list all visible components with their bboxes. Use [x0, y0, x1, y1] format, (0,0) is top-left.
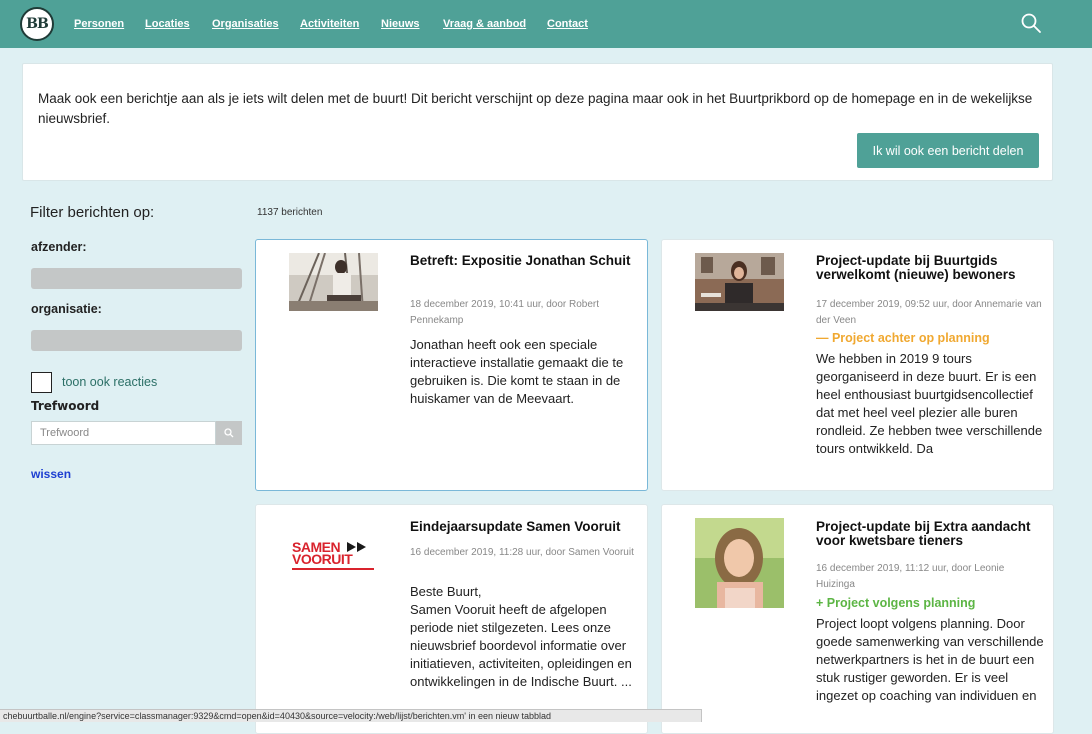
post-excerpt: Jonathan heeft ook een speciale interact…	[410, 337, 624, 406]
intro-panel: Maak ook een berichtje aan als je iets w…	[22, 63, 1053, 181]
post-card[interactable]: Project-update bij Extra aandacht voor k…	[661, 504, 1054, 734]
keyword-input[interactable]	[31, 421, 216, 445]
post-count: 1137 berichten	[257, 207, 323, 218]
post-excerpt: Project loopt volgens planning. Door goe…	[816, 616, 1044, 703]
filter-title: Filter berichten op:	[30, 204, 155, 221]
show-reactions-label[interactable]: toon ook reacties	[62, 375, 157, 389]
post-thumbnail	[695, 253, 784, 311]
post-excerpt: We hebben in 2019 9 tours georganiseerd …	[816, 351, 1043, 456]
site-logo[interactable]: BB	[20, 7, 54, 41]
post-title[interactable]: Project-update bij Extra aandacht voor k…	[816, 520, 1046, 548]
post-card[interactable]: Betreft: Expositie Jonathan Schuit 18 de…	[255, 239, 648, 491]
fast-forward-icon	[347, 542, 366, 552]
sender-select[interactable]	[31, 268, 242, 289]
organisation-label: organisatie:	[31, 302, 102, 316]
nav-organisaties[interactable]: Organisaties	[212, 18, 279, 30]
post-meta: 16 december 2019, 11:12 uur, door Leonie…	[816, 563, 1005, 590]
show-reactions-checkbox[interactable]	[31, 372, 52, 393]
browser-status-bar: chebuurtballe.nl/engine?service=classman…	[0, 709, 702, 722]
nav-contact[interactable]: Contact	[547, 18, 588, 30]
intro-text: Maak ook een berichtje aan als je iets w…	[38, 91, 1033, 126]
nav-activiteiten[interactable]: Activiteiten	[300, 18, 359, 30]
post-thumbnail	[289, 253, 378, 311]
post-thumbnail	[695, 518, 784, 608]
post-meta: 18 december 2019, 10:41 uur, door Robert…	[410, 299, 600, 326]
samen-vooruit-logo: SAMEN VOORUIT	[292, 540, 378, 583]
top-navigation: BB Personen Locaties Organisaties Activi…	[0, 0, 1092, 48]
search-icon	[224, 428, 234, 438]
post-title[interactable]: Betreft: Expositie Jonathan Schuit	[410, 254, 635, 268]
clear-filter-link[interactable]: wissen	[31, 467, 71, 481]
post-meta: 17 december 2019, 09:52 uur, door Annema…	[816, 299, 1042, 326]
project-status-behind: — Project achter op planning	[816, 331, 990, 345]
nav-nieuws[interactable]: Nieuws	[381, 18, 420, 30]
nav-vraag-aanbod[interactable]: Vraag & aanbod	[443, 18, 526, 30]
nav-locaties[interactable]: Locaties	[145, 18, 190, 30]
sender-label: afzender:	[31, 240, 87, 254]
search-icon[interactable]	[1020, 12, 1042, 34]
keyword-label: Trefwoord	[31, 399, 100, 413]
share-post-button[interactable]: Ik wil ook een bericht delen	[857, 133, 1039, 168]
post-excerpt: Beste Buurt, Samen Vooruit heeft de afge…	[410, 584, 632, 689]
organisation-select[interactable]	[31, 330, 242, 351]
post-meta: 16 december 2019, 11:28 uur, door Samen …	[410, 547, 634, 558]
project-status-on-track: + Project volgens planning	[816, 596, 976, 610]
nav-personen[interactable]: Personen	[74, 18, 124, 30]
post-title[interactable]: Project-update bij Buurtgids verwelkomt …	[816, 254, 1046, 282]
post-title[interactable]: Eindejaarsupdate Samen Vooruit	[410, 520, 640, 534]
keyword-search-button[interactable]	[216, 421, 242, 445]
post-card[interactable]: SAMEN VOORUIT Eindejaarsupdate Samen Voo…	[255, 504, 648, 734]
post-card[interactable]: Project-update bij Buurtgids verwelkomt …	[661, 239, 1054, 491]
